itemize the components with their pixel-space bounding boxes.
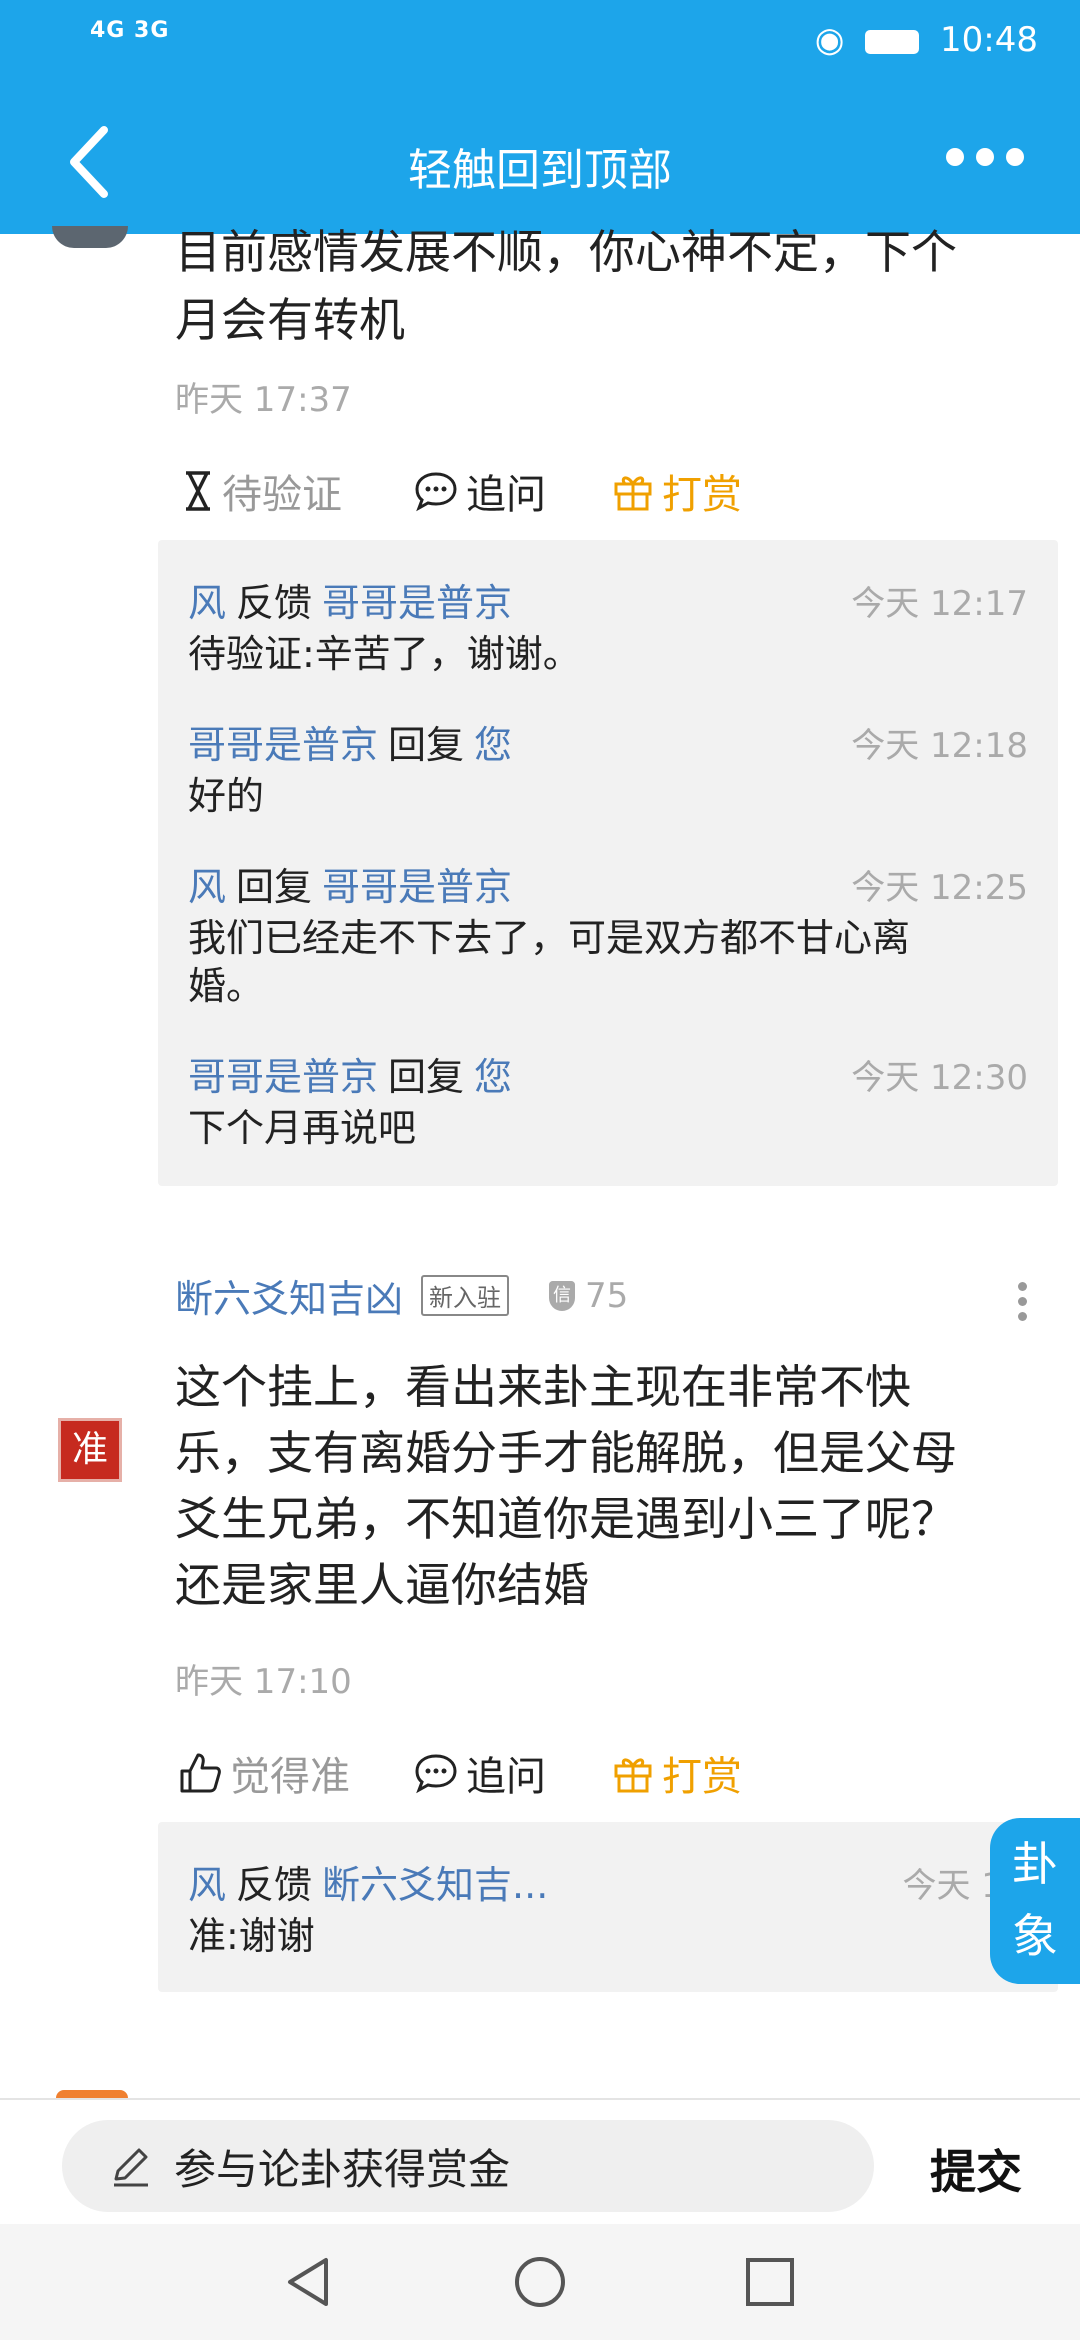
- answer-text-line: 还是家里人逼你结婚: [175, 1558, 589, 1612]
- credibility-value: 75: [585, 1275, 629, 1316]
- reply-to[interactable]: 哥哥是普京: [322, 865, 512, 909]
- answer-text-line: 爻生兄弟，不知道你是遇到小三了呢？: [175, 1492, 957, 1546]
- comment-input[interactable]: 参与论卦获得赏金: [62, 2120, 874, 2212]
- battery-icon: [865, 29, 920, 54]
- hexagram-tab-button[interactable]: 卦 象: [990, 1818, 1080, 1984]
- reply-body: 准:谢谢: [188, 1914, 315, 1958]
- answer-text-line: 月会有转机: [175, 293, 405, 347]
- avatar[interactable]: [56, 2090, 128, 2098]
- answer-author[interactable]: 断六爻知吉凶 新入驻 信 75: [175, 1268, 628, 1323]
- submit-button[interactable]: 提交: [930, 2136, 1022, 2202]
- reply-item[interactable]: 风回复 哥哥是普京 今天 12:25 我们已经走不下去了，可是双方都不甘心离婚。: [188, 860, 1028, 1010]
- reply-verb: 回复: [388, 723, 465, 767]
- reply-to[interactable]: 您: [474, 1055, 512, 1099]
- accurate-label: 觉得准: [230, 1754, 350, 1800]
- answer-text-line: 乐，支有离婚分手才能解脱，但是父母: [175, 1426, 957, 1480]
- signal-indicators: 4G 3G: [90, 18, 170, 43]
- reply-time: 今天 12:30: [851, 1058, 1028, 1098]
- reply-verb: 反馈: [236, 1863, 313, 1907]
- credibility-score: 信 75: [549, 1276, 628, 1316]
- reward-label: 打赏: [662, 1754, 742, 1800]
- reply-panel: 风反馈 哥哥是普京 今天 12:17 待验证:辛苦了，谢谢。 哥哥是普京 回复您 今…: [158, 540, 1058, 1186]
- reply-body: 待验证:辛苦了，谢谢。: [188, 632, 581, 676]
- reply-item[interactable]: 哥哥是普京 回复您 今天 12:18 好的: [188, 718, 1028, 820]
- thumbs-up-icon: [180, 1753, 221, 1793]
- reply-item[interactable]: 风反馈 断六爻知吉... 今天 12: 准:谢谢: [188, 1858, 1036, 1960]
- nav-recents-icon[interactable]: [742, 2254, 798, 2310]
- nav-back-icon[interactable]: [282, 2254, 338, 2310]
- reply-verb: 回复: [388, 1055, 465, 1099]
- nav-home-icon[interactable]: [512, 2254, 568, 2310]
- reply-panel: 风反馈 断六爻知吉... 今天 12: 准:谢谢: [158, 1822, 1058, 1992]
- answer-text-line: 目前感情发展不顺，你心神不定，下个: [175, 225, 957, 279]
- status-bar: 4G 3G ◉ 10:48: [0, 0, 1080, 80]
- comment-placeholder: 参与论卦获得赏金: [174, 2144, 511, 2194]
- reply-to[interactable]: 哥哥是普京: [322, 581, 512, 625]
- answer-text: 目前感情发展不顺，你心神不定，下个 月会有转机: [175, 218, 1045, 354]
- dot-icon: [1006, 148, 1024, 166]
- ask-button[interactable]: 追问: [414, 462, 546, 520]
- reward-label: 打赏: [662, 472, 742, 518]
- author-name[interactable]: 断六爻知吉凶: [175, 1268, 403, 1323]
- gift-icon: [614, 1758, 652, 1793]
- chat-bubble-icon: [415, 1754, 457, 1794]
- verify-label: 待验证: [222, 472, 342, 518]
- dot-icon: [946, 148, 964, 166]
- avatar[interactable]: [52, 226, 128, 248]
- hexagram-tab-char: 象: [1012, 1909, 1058, 1963]
- reply-verb: 反馈: [236, 581, 313, 625]
- dot-icon: [976, 148, 994, 166]
- reply-item[interactable]: 风反馈 哥哥是普京 今天 12:17 待验证:辛苦了，谢谢。: [188, 576, 1028, 678]
- accurate-button[interactable]: 觉得准: [178, 1744, 350, 1802]
- shield-icon: 信: [549, 1280, 576, 1311]
- ask-label: 追问: [466, 1754, 546, 1800]
- reply-time: 今天 12:17: [851, 584, 1028, 624]
- reply-body: 好的: [188, 774, 265, 818]
- pencil-icon: [114, 2148, 148, 2187]
- reply-body: 我们已经走不下去了，可是双方都不甘心离婚。: [188, 916, 911, 1008]
- reply-verb: 回复: [236, 865, 313, 909]
- page-title[interactable]: 轻触回到顶部: [0, 134, 1080, 198]
- reply-to[interactable]: 断六爻知吉...: [322, 1863, 548, 1907]
- ask-button[interactable]: 追问: [414, 1744, 546, 1802]
- reply-from[interactable]: 风: [188, 865, 226, 909]
- reply-from[interactable]: 哥哥是普京: [188, 723, 378, 767]
- answer-time: 昨天 17:37: [175, 380, 352, 420]
- reply-from[interactable]: 风: [188, 581, 226, 625]
- ask-label: 追问: [466, 472, 546, 518]
- more-options-button[interactable]: [1018, 1282, 1030, 1321]
- answer-text-line: 这个挂上，看出来卦主现在非常不快: [175, 1360, 911, 1414]
- reply-time: 今天 12:18: [851, 726, 1028, 766]
- clock-time: 10:48: [940, 20, 1038, 60]
- hexagram-tab-char: 卦: [1012, 1837, 1058, 1891]
- app-header: 4G 3G ◉ 10:48 轻触回到顶部: [0, 0, 1080, 234]
- reward-button[interactable]: 打赏: [612, 1744, 742, 1802]
- avatar[interactable]: 准: [58, 1418, 122, 1482]
- gift-icon: [614, 476, 652, 511]
- reply-to[interactable]: 您: [474, 723, 512, 767]
- reward-button[interactable]: 打赏: [612, 462, 742, 520]
- new-member-badge: 新入驻: [421, 1275, 510, 1316]
- avatar-seal-text: 准: [71, 1429, 108, 1470]
- eye-icon: ◉: [814, 20, 845, 60]
- status-time: ◉ 10:48: [815, 20, 1038, 60]
- answer-text: 这个挂上，看出来卦主现在非常不快 乐，支有离婚分手才能解脱，但是父母 爻生兄弟，…: [175, 1354, 1055, 1618]
- answer-time: 昨天 17:10: [175, 1662, 352, 1702]
- more-menu-button[interactable]: [934, 148, 1024, 170]
- verify-status-button[interactable]: 待验证: [182, 462, 342, 520]
- reply-item[interactable]: 哥哥是普京 回复您 今天 12:30 下个月再说吧: [188, 1050, 1028, 1152]
- reply-from[interactable]: 风: [188, 1863, 226, 1907]
- reply-time: 今天 12:25: [851, 868, 1028, 908]
- hourglass-icon: [186, 471, 210, 511]
- reply-body: 下个月再说吧: [188, 1106, 417, 1150]
- system-nav-bar: [0, 2224, 1080, 2340]
- chat-bubble-icon: [415, 472, 457, 512]
- comment-bar: 参与论卦获得赏金 提交: [0, 2098, 1080, 2226]
- reply-from[interactable]: 哥哥是普京: [188, 1055, 378, 1099]
